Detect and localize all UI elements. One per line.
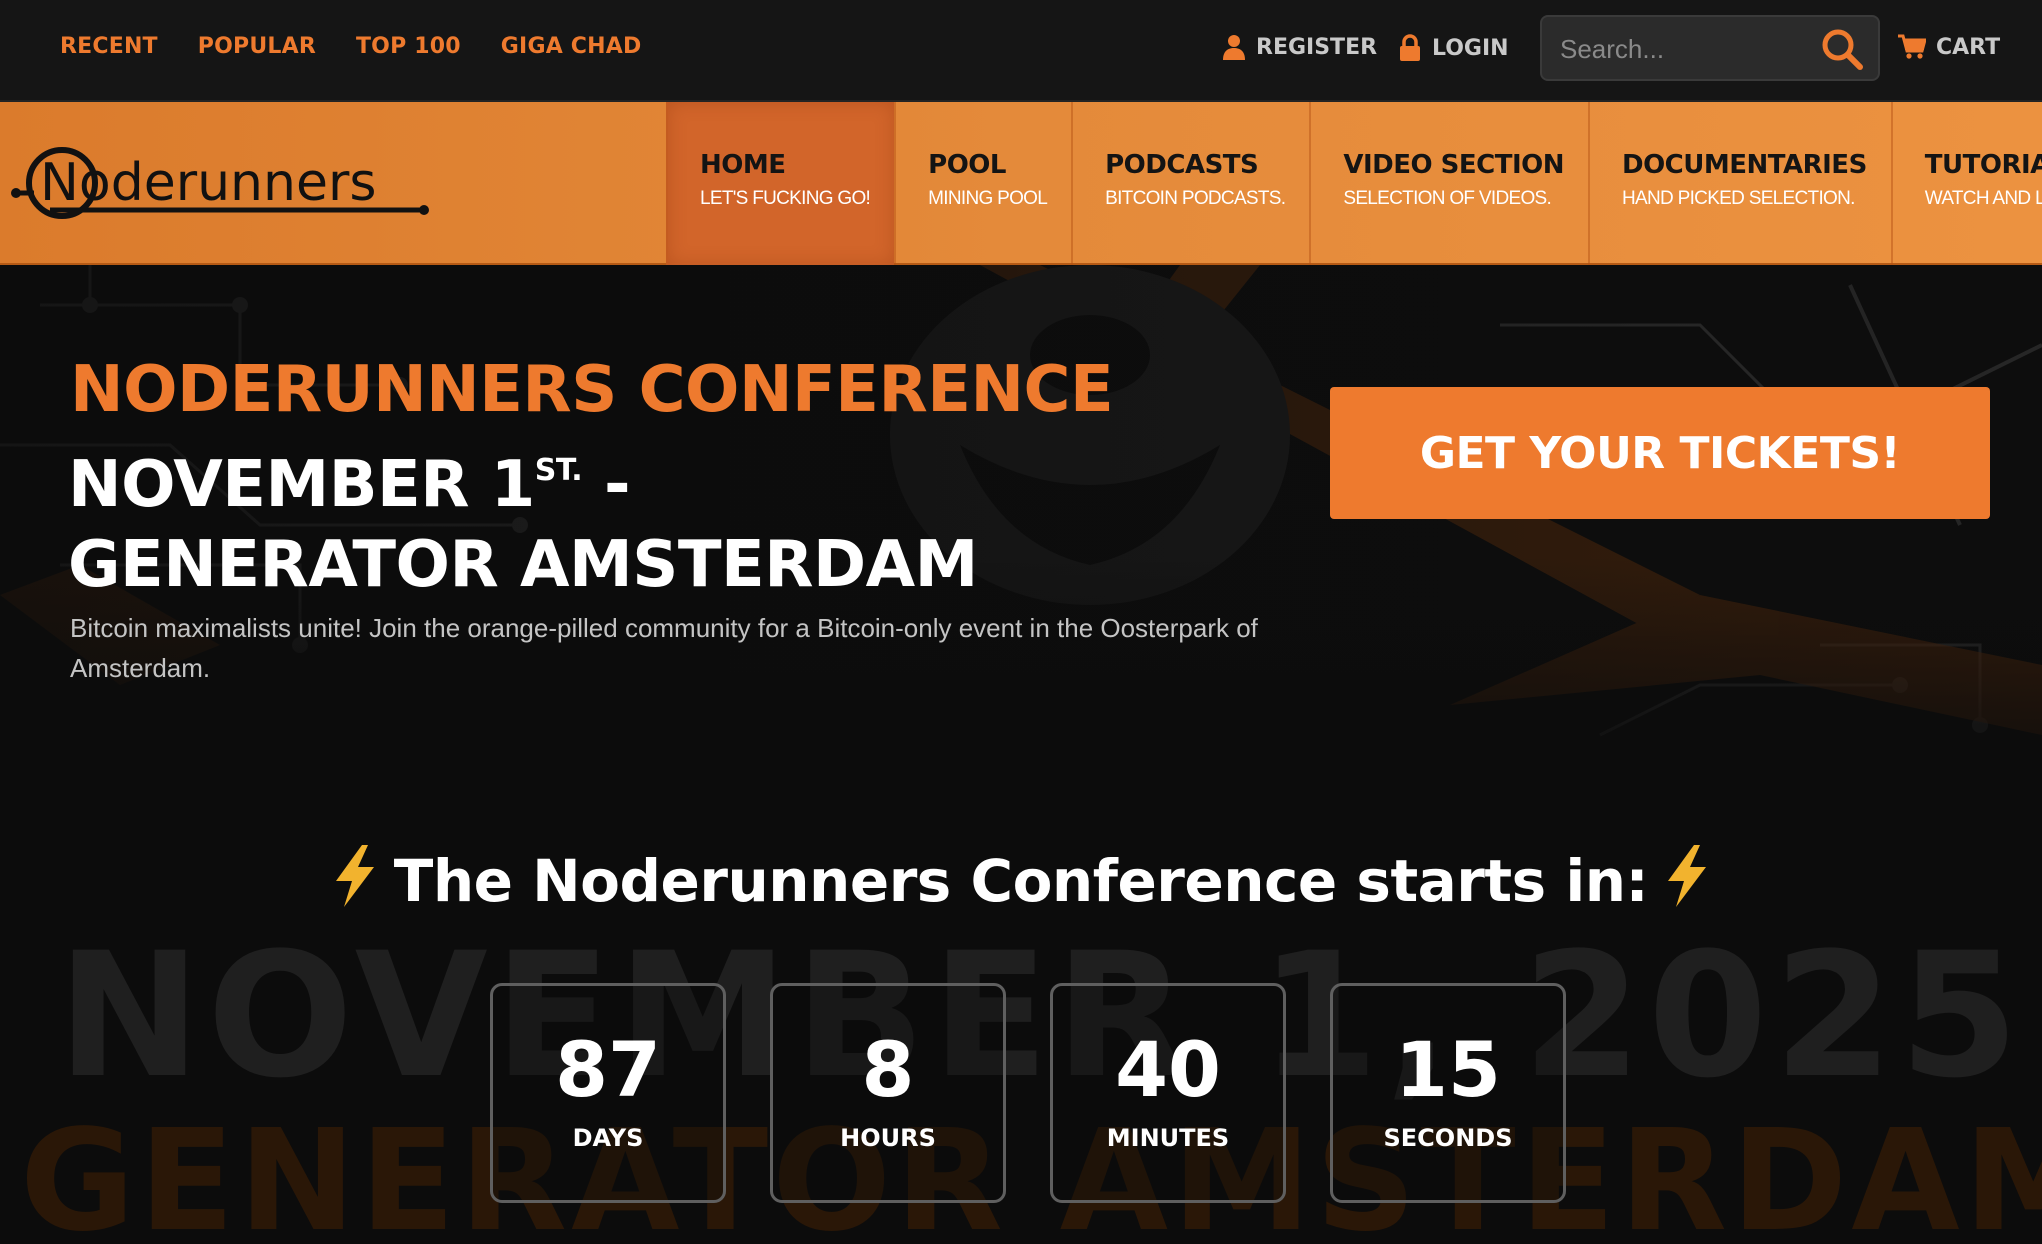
cart-icon bbox=[1898, 34, 1926, 59]
main-nav: HOME LET'S FUCKING GO! POOL MINING POOL … bbox=[666, 102, 2042, 265]
countdown-heading: The Noderunners Conference starts in: bbox=[0, 845, 2042, 915]
nav-title: TUTORIALS bbox=[1924, 150, 2042, 180]
countdown-heading-text: The Noderunners Conference starts in: bbox=[393, 847, 1649, 915]
countdown-value: 87 bbox=[555, 1025, 661, 1114]
countdown-unit-label: DAYS bbox=[572, 1124, 644, 1152]
watermark-venue: GENERATOR AMSTERDAM bbox=[20, 1100, 2042, 1244]
countdown-seconds: 15 SECONDS bbox=[1330, 983, 1566, 1203]
countdown-unit-label: SECONDS bbox=[1383, 1124, 1513, 1152]
countdown-value: 40 bbox=[1115, 1025, 1221, 1114]
nav-documentaries[interactable]: DOCUMENTARIES HAND PICKED SELECTION. bbox=[1588, 102, 1891, 265]
nav-subtitle: BITCOIN PODCASTS. bbox=[1105, 188, 1286, 209]
nav-subtitle: MINING POOL bbox=[928, 188, 1048, 209]
top-link-popular[interactable]: POPULAR bbox=[198, 34, 316, 59]
countdown-section: NOVEMBER 1, 2025 GENERATOR AMSTERDAM The… bbox=[0, 795, 2042, 1244]
countdown-days: 87 DAYS bbox=[490, 983, 726, 1203]
lightning-icon bbox=[1668, 845, 1707, 907]
nav-subtitle: WATCH AND LEARN. bbox=[1924, 188, 2042, 209]
hero-description: Bitcoin maximalists unite! Join the oran… bbox=[70, 613, 1258, 683]
get-tickets-button[interactable]: GET YOUR TICKETS! bbox=[1330, 387, 1990, 519]
nav-podcasts[interactable]: PODCASTS BITCOIN PODCASTS. bbox=[1071, 102, 1309, 265]
top-bar: RECENT POPULAR TOP 100 GIGA CHAD REGISTE… bbox=[0, 0, 2042, 102]
nav-title: POOL bbox=[928, 150, 1006, 180]
lightning-icon bbox=[335, 845, 374, 907]
countdown-value: 15 bbox=[1395, 1025, 1501, 1114]
nav-video-section[interactable]: VIDEO SECTION SELECTION OF VIDEOS. bbox=[1309, 102, 1588, 265]
countdown-hours: 8 HOURS bbox=[770, 983, 1006, 1203]
main-header: Noderunners HOME LET'S FUCKING GO! POOL … bbox=[0, 102, 2042, 265]
countdown-unit-label: HOURS bbox=[840, 1124, 936, 1152]
hero-title: NODERUNNERS CONFERENCE bbox=[70, 353, 1114, 427]
cart-link[interactable]: CART bbox=[1898, 34, 2000, 60]
hero-section: NODERUNNERS CONFERENCE NOVEMBER 1ST. - G… bbox=[0, 265, 2042, 795]
site-logo[interactable]: Noderunners bbox=[10, 138, 430, 228]
nav-tutorials[interactable]: TUTORIALS WATCH AND LEARN. bbox=[1890, 102, 2042, 265]
hero-subtitle-ordinal: ST. bbox=[534, 453, 583, 488]
search-box bbox=[1540, 15, 1880, 81]
user-icon bbox=[1223, 35, 1245, 60]
nav-home[interactable]: HOME LET'S FUCKING GO! bbox=[666, 102, 895, 265]
nav-pool[interactable]: POOL MINING POOL bbox=[894, 102, 1071, 265]
top-link-recent[interactable]: RECENT bbox=[60, 34, 158, 59]
top-links: RECENT POPULAR TOP 100 GIGA CHAD bbox=[60, 34, 641, 59]
countdown-minutes: 40 MINUTES bbox=[1050, 983, 1286, 1203]
search-icon bbox=[1822, 29, 1863, 70]
top-link-giga-chad[interactable]: GIGA CHAD bbox=[501, 34, 642, 59]
svg-text:Noderunners: Noderunners bbox=[40, 153, 376, 213]
search-input[interactable] bbox=[1560, 29, 1810, 69]
nav-title: VIDEO SECTION bbox=[1343, 150, 1564, 180]
cart-label: CART bbox=[1936, 34, 2001, 60]
watermark-date: NOVEMBER 1, 2025 bbox=[57, 915, 2025, 1116]
login-link[interactable]: LOGIN bbox=[1398, 34, 1509, 62]
search-button[interactable] bbox=[1820, 27, 1864, 71]
countdown-value: 8 bbox=[861, 1025, 915, 1114]
nav-title: DOCUMENTARIES bbox=[1622, 150, 1867, 180]
register-link[interactable]: REGISTER bbox=[1222, 34, 1377, 60]
countdown-unit-label: MINUTES bbox=[1106, 1124, 1230, 1152]
nav-title: HOME bbox=[700, 150, 786, 180]
hero-subtitle: NOVEMBER 1ST. - GENERATOR AMSTERDAM bbox=[68, 431, 1068, 605]
login-label: LOGIN bbox=[1432, 35, 1509, 61]
register-label: REGISTER bbox=[1256, 34, 1378, 60]
logo-graphic: Noderunners bbox=[11, 147, 429, 219]
nav-subtitle: SELECTION OF VIDEOS. bbox=[1343, 188, 1552, 209]
nav-subtitle: LET'S FUCKING GO! bbox=[700, 188, 871, 209]
lock-icon bbox=[1400, 34, 1420, 61]
nav-subtitle: HAND PICKED SELECTION. bbox=[1622, 188, 1855, 209]
top-link-top-100[interactable]: TOP 100 bbox=[356, 34, 461, 59]
hero-subtitle-date: NOVEMBER 1 bbox=[68, 448, 535, 522]
nav-title: PODCASTS bbox=[1105, 150, 1259, 180]
